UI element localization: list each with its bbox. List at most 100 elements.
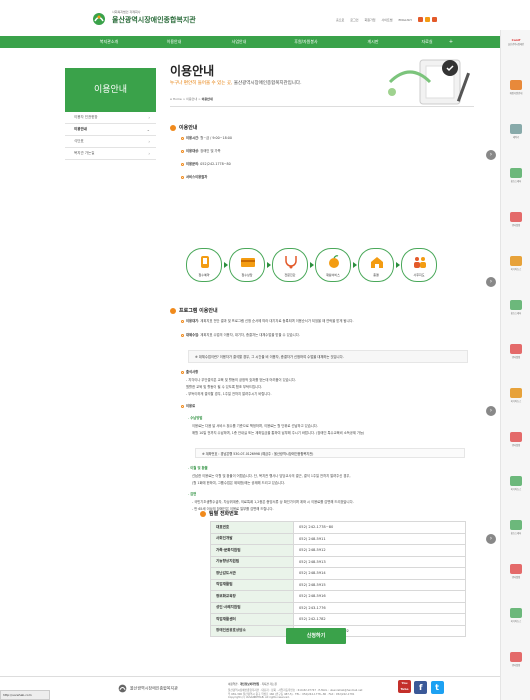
number-cell: 052) 248-5911	[293, 532, 466, 545]
discount-line: - 국민기초생활수급자, 차상위계층, 의료특례 1,2종은 증빙서류 상 확인…	[192, 500, 354, 504]
program-replace: 대체수업: 계획지표 수업의 이용자, 대기자, 종결자는 대체수업을 받을 수…	[181, 332, 300, 337]
footer-link-directions[interactable]: 복지관 가는길	[262, 683, 277, 686]
quick-link-label: 미디어뉴스	[510, 488, 522, 491]
right-panel-logo[interactable]: Canif 울산광역시장애인	[503, 38, 529, 46]
footer-divider	[0, 676, 500, 677]
quick-link-icon	[510, 300, 522, 310]
quick-link-item[interactable]: 행사일정	[501, 652, 530, 667]
quick-link-icon	[510, 168, 522, 178]
util-link-sitemap[interactable]: 사이트맵	[382, 18, 393, 22]
quick-link-item[interactable]: 행사일정	[501, 564, 530, 579]
sidebar-item-usage[interactable]: 이용안내 ⌄	[65, 124, 156, 136]
chevron-right-icon[interactable]: ›	[486, 406, 496, 416]
facebook-icon[interactable]: f	[414, 681, 428, 694]
usage-target: 이용대상: 장애인 및 가족	[181, 148, 221, 153]
sidebar-item-directions[interactable]: 복지관 가는길 ›	[65, 148, 156, 160]
nav-item-usage[interactable]: 이용안내	[167, 36, 182, 48]
quick-link-icon	[510, 124, 522, 134]
circle-bullet-icon	[181, 149, 184, 153]
house-icon	[371, 257, 383, 268]
table-row: 장난감도서관 052) 248-5914	[210, 567, 466, 580]
quick-link-icon	[510, 564, 522, 574]
attend-line: - 부득이하게 결석할 경우, 1주일 전까지 알려주시기 바랍니다.	[186, 392, 272, 396]
quick-link-item[interactable]: 미디어뉴스	[501, 388, 530, 403]
phone-table: 대표번호 052) 242-1778~80 사회인개발 052) 248-5911 …	[210, 521, 466, 637]
quick-link-item[interactable]: 행사일정	[501, 344, 530, 359]
quick-link-item[interactable]: 홈뉴스레터	[501, 168, 530, 183]
quick-link-item[interactable]: 재정지원안내	[501, 80, 530, 95]
section-bullet-icon	[170, 124, 176, 131]
quick-link-icon	[510, 212, 522, 222]
quick-link-item[interactable]: 홈뉴스레터	[501, 300, 530, 315]
util-link-join[interactable]: 회원가입	[365, 18, 376, 22]
pay-line: 매월 10일 전까지 수납하며, 1층 안내실 또는 계좌입금을 통하여 납부해…	[192, 431, 365, 435]
quick-link-item[interactable]: 미디어뉴스	[501, 256, 530, 271]
print-icon[interactable]	[431, 17, 437, 22]
quick-link-label: 홈뉴스레터	[510, 180, 522, 183]
twitter-icon[interactable]: t	[430, 681, 444, 694]
breadcrumb-section[interactable]: 이용안내	[186, 97, 197, 101]
chevron-down-icon: ⌄	[146, 127, 150, 132]
quick-link-item[interactable]: 홈뉴스레터	[501, 520, 530, 535]
quick-link-item[interactable]: 미디어뉴스	[501, 476, 530, 491]
sidebar-item-menu[interactable]: 식단표 ›	[65, 136, 156, 148]
step-label: 전문진단	[284, 273, 296, 277]
refund-line: 선납한 이용료는 이월 및 환불이 어렵습니다. 단, 복지관 행사나 담당교사…	[192, 474, 351, 478]
chevron-right-icon[interactable]: ›	[486, 150, 496, 160]
font-increase-icon[interactable]	[417, 17, 423, 22]
footer-copyright: Copyright (c) ULSANREHAB. All rights res…	[228, 696, 290, 699]
footer-link-privacy[interactable]: 개인정보처리방침	[240, 683, 259, 686]
quick-link-item[interactable]: 행사일정	[501, 432, 530, 447]
nav-item-support[interactable]: 후원/자원봉사	[294, 36, 317, 48]
quick-link-item[interactable]: 미디어뉴스	[501, 608, 530, 623]
nav-more-button[interactable]: +	[448, 39, 454, 45]
section-bullet-icon	[170, 307, 176, 314]
nav-item-resources[interactable]: 자료실	[421, 36, 432, 48]
apply-button[interactable]: 신청하기	[286, 628, 346, 644]
nav-item-board[interactable]: 게시판	[367, 36, 378, 48]
circle-bullet-icon	[181, 136, 184, 140]
page-title: 이용안내	[170, 64, 215, 78]
font-decrease-icon[interactable]	[424, 17, 430, 22]
util-link-login[interactable]: 로그인	[350, 18, 358, 22]
quick-link-label: 홈뉴스레터	[510, 312, 522, 315]
quick-link-icon	[510, 256, 522, 266]
chevron-right-icon[interactable]: ›	[486, 277, 496, 287]
social-links: You Tube f t	[398, 680, 446, 694]
team-cell: 기능향상지원팀	[210, 555, 294, 568]
sidebar-item-rights[interactable]: 이용자 인권헌장 ›	[65, 112, 156, 124]
footer-logo[interactable]: 울산광역시장애인종합복지관	[118, 684, 178, 693]
nav-item-about[interactable]: 복지관소개	[100, 36, 118, 48]
number-cell: 052) 248-5915	[293, 578, 466, 591]
phone-icon	[201, 256, 209, 268]
program-heading: 프로그램 이용안내	[170, 307, 218, 314]
quick-link-label: 재정지원안내	[509, 92, 523, 95]
usage-heading: 이용안내	[170, 124, 197, 131]
youtube-icon[interactable]: You Tube	[398, 680, 411, 693]
footer-link-terms[interactable]: 이용약관	[228, 683, 238, 686]
chevron-right-icon[interactable]: ›	[486, 534, 496, 544]
process-step: 종결	[358, 248, 394, 282]
arrow-right-icon	[224, 262, 228, 268]
nav-item-services[interactable]: 사업안내	[232, 36, 247, 48]
util-link-english[interactable]: ENGLISH	[399, 18, 412, 22]
sidebar-title: 이용안내	[65, 68, 156, 112]
process-step: 접수예약	[186, 248, 222, 282]
quick-link-item[interactable]: 행사일정	[501, 212, 530, 227]
team-cell: 직업재활팀	[210, 578, 294, 591]
quick-link-label: 행사일정	[511, 356, 521, 359]
process-step: 전문진단	[272, 248, 308, 282]
breadcrumb-home[interactable]: Home	[173, 97, 182, 101]
quick-link-label: 행사일정	[511, 224, 521, 227]
title-divider	[170, 106, 474, 107]
logo-title: 울산광역시장애인종합복지관	[112, 16, 196, 24]
quick-link-label: 홈뉴스레터	[510, 532, 522, 535]
quick-link-item[interactable]: 세탁기	[501, 124, 530, 139]
home-icon[interactable]: ⌂	[170, 97, 172, 101]
util-link-home[interactable]: 홈으로	[336, 18, 344, 22]
chevron-right-icon: ›	[148, 151, 150, 156]
circle-bullet-icon	[181, 370, 184, 374]
phones-heading: 팀별 전화번호	[200, 510, 238, 517]
top-bar: 사회복지법인 자제회사 울산광역시장애인종합복지관 홈으로 로그인 회원가입 사…	[0, 0, 500, 36]
process-step: 접수상담	[229, 248, 265, 282]
